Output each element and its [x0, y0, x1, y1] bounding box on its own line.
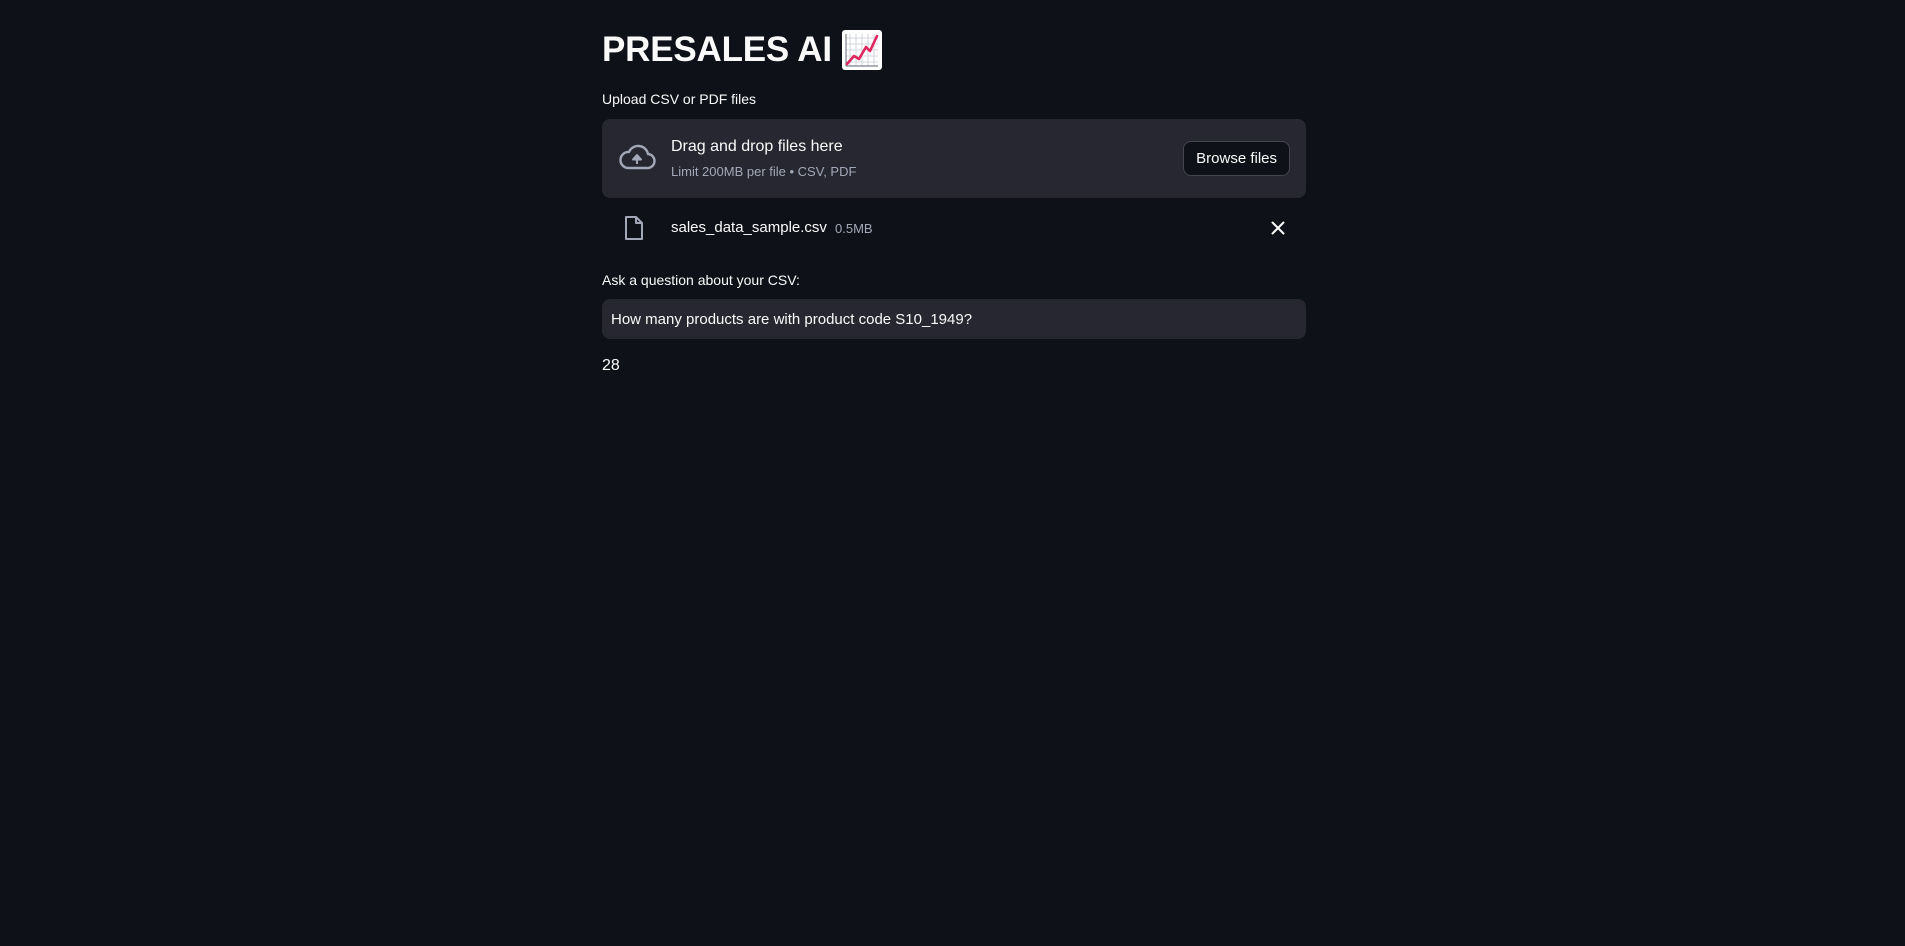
page-title-text: PRESALES AI: [602, 30, 832, 69]
file-dropzone[interactable]: Drag and drop files here Limit 200MB per…: [602, 119, 1306, 198]
cloud-upload-icon: [618, 141, 656, 175]
dropzone-instructions: Drag and drop files here: [671, 138, 843, 155]
file-icon: [624, 215, 644, 241]
uploaded-file-name: sales_data_sample.csv: [671, 219, 827, 236]
uploaded-file-item: sales_data_sample.csv 0.5MB: [602, 210, 1306, 246]
question-input[interactable]: [602, 299, 1306, 339]
uploaded-file-size: 0.5MB: [835, 221, 873, 236]
close-icon[interactable]: [1266, 216, 1290, 240]
browse-files-button[interactable]: Browse files: [1183, 141, 1290, 176]
page-title: PRESALES AI: [602, 24, 882, 76]
dropzone-limits: Limit 200MB per file • CSV, PDF: [671, 164, 857, 179]
answer-text: 28: [602, 357, 620, 374]
chart-increasing-icon: [841, 30, 882, 70]
question-label: Ask a question about your CSV:: [602, 272, 800, 288]
upload-label: Upload CSV or PDF files: [602, 91, 757, 107]
